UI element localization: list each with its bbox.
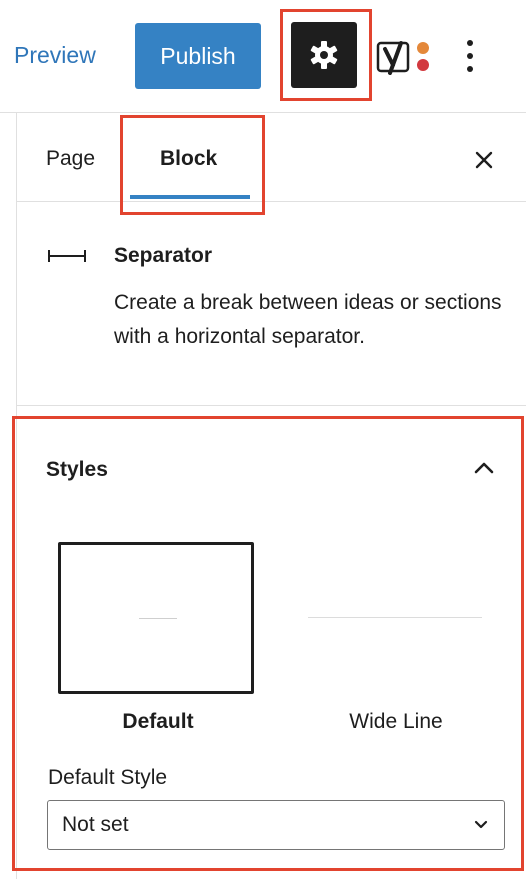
gear-icon (310, 41, 338, 69)
separator-icon (48, 250, 86, 262)
yoast-button[interactable] (376, 37, 432, 77)
separator-preview (139, 618, 177, 619)
default-style-label: Default Style (48, 766, 168, 789)
publish-button[interactable]: Publish (135, 23, 261, 89)
style-option-default[interactable] (58, 542, 254, 694)
yoast-logo-icon (376, 41, 429, 75)
block-description: Create a break between ideas or sections… (114, 291, 502, 348)
sidebar-border (16, 112, 17, 879)
tab-block[interactable]: Block (160, 147, 217, 171)
default-style-value: Not set (62, 813, 129, 836)
editor-toolbar: Preview Publish (0, 0, 526, 113)
default-style-select[interactable]: Not set (47, 800, 505, 850)
close-sidebar-button[interactable] (472, 148, 496, 172)
active-tab-indicator (130, 195, 250, 199)
divider (17, 201, 526, 202)
chevron-up-icon (474, 462, 494, 474)
settings-button[interactable] (291, 22, 357, 88)
style-option-default-label[interactable]: Default (58, 710, 258, 734)
styles-panel-title[interactable]: Styles (46, 458, 108, 482)
style-option-wide-line-label[interactable]: Wide Line (296, 710, 496, 734)
styles-panel-toggle[interactable] (472, 460, 496, 476)
preview-button[interactable]: Preview (14, 42, 96, 69)
block-title: Separator (114, 244, 213, 267)
close-icon (475, 151, 493, 169)
more-options-button[interactable] (460, 38, 480, 74)
tab-page[interactable]: Page (46, 147, 95, 171)
chevron-down-icon (474, 820, 488, 829)
divider (17, 405, 526, 406)
style-option-wide-line-preview[interactable] (308, 617, 482, 618)
settings-sidebar: Page Block Separator Create a break betw… (0, 112, 526, 879)
vertical-ellipsis-icon (467, 40, 473, 72)
